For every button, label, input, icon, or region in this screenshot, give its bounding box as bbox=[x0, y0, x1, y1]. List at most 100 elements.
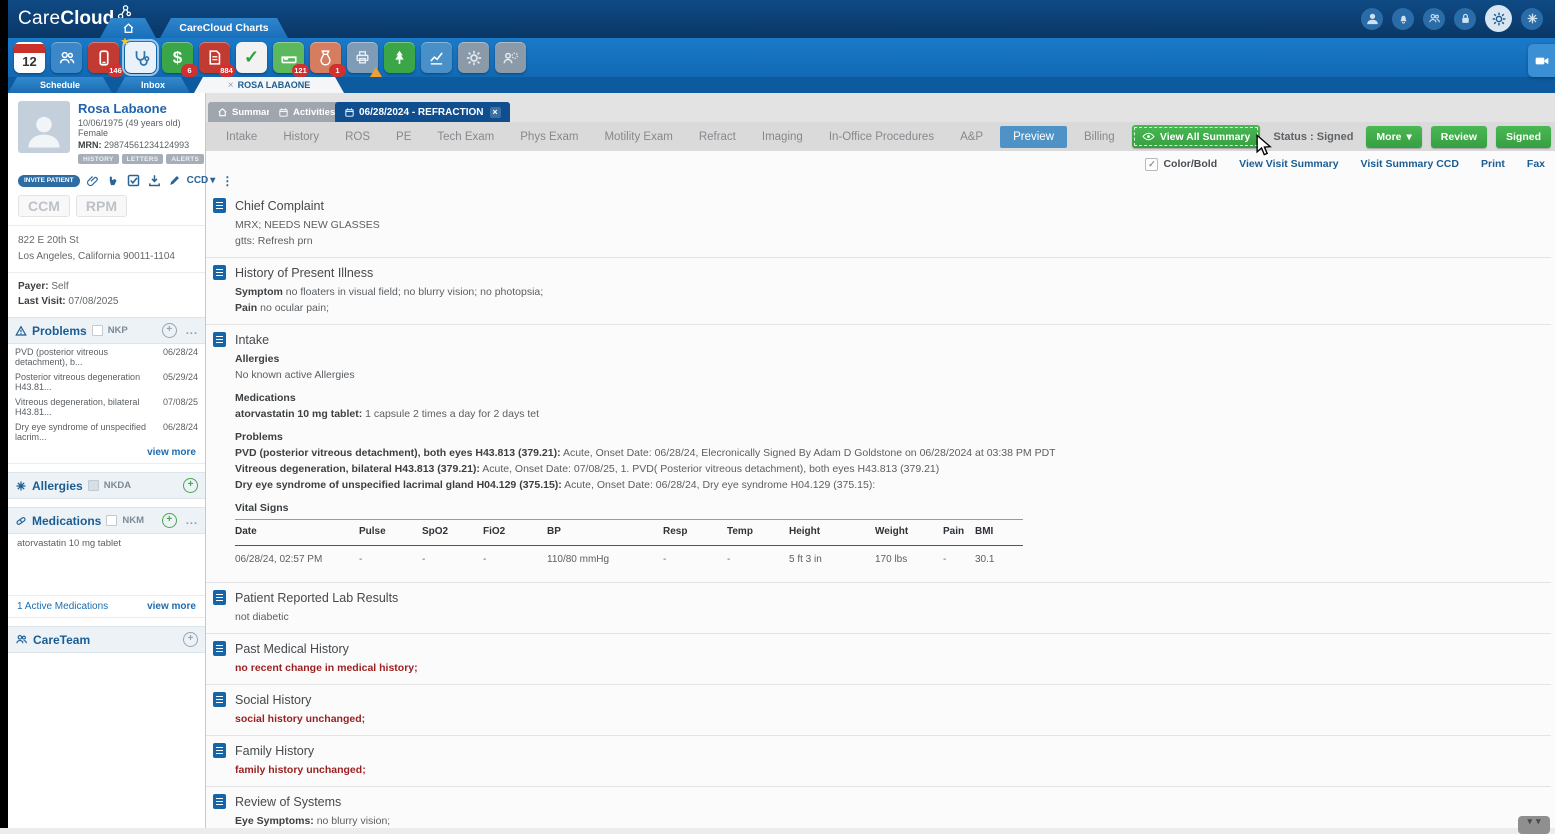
close-icon[interactable]: × bbox=[490, 107, 501, 118]
patients-button[interactable] bbox=[51, 42, 82, 73]
subtab-motility-exam[interactable]: Motility Exam bbox=[591, 131, 685, 143]
nav-carecloud-charts-tab[interactable]: CareCloud Charts bbox=[160, 18, 288, 38]
medication-item[interactable]: atorvastatin 10 mg tablet bbox=[8, 534, 205, 553]
user-avatar[interactable] bbox=[1361, 8, 1383, 30]
subtab-phys-exam[interactable]: Phys Exam bbox=[507, 131, 591, 143]
problems-more-button[interactable]: ... bbox=[186, 325, 198, 337]
add-problem-button[interactable]: + bbox=[162, 323, 177, 338]
notifications-button[interactable] bbox=[1392, 8, 1414, 30]
analytics-button[interactable] bbox=[421, 42, 452, 73]
nkm-checkbox[interactable] bbox=[106, 515, 117, 526]
problem-row[interactable]: Dry eye syndrome of unspecified lacrim..… bbox=[8, 419, 205, 444]
nkp-checkbox[interactable] bbox=[92, 325, 103, 336]
problems-panel-header[interactable]: Problems NKP + ... bbox=[8, 317, 205, 344]
signed-button[interactable]: Signed bbox=[1496, 126, 1551, 148]
subtab-billing[interactable]: Billing bbox=[1071, 131, 1128, 143]
note-icon bbox=[213, 794, 226, 809]
settings-gears-button[interactable] bbox=[1485, 5, 1512, 32]
scroll-widget[interactable]: ▾▾ bbox=[1518, 816, 1550, 834]
review-button[interactable]: Review bbox=[1431, 126, 1487, 148]
color-bold-label: Color/Bold bbox=[1163, 158, 1217, 170]
subtab-in-office-procedures[interactable]: In-Office Procedures bbox=[816, 131, 947, 143]
paperclip-icon bbox=[86, 174, 100, 188]
medications-view-more-link[interactable]: view more bbox=[147, 601, 196, 612]
vitals-cell: 5 ft 3 in bbox=[789, 546, 875, 575]
consent-button[interactable] bbox=[126, 173, 141, 188]
intake-hand-button[interactable] bbox=[106, 174, 120, 188]
vitals-cell: 30.1 bbox=[975, 546, 1023, 575]
add-allergy-button[interactable]: + bbox=[183, 478, 198, 493]
fax-link[interactable]: Fax bbox=[1527, 158, 1545, 170]
subtab-imaging[interactable]: Imaging bbox=[749, 131, 816, 143]
apps-button[interactable] bbox=[1521, 8, 1543, 30]
chip-alerts[interactable]: ALERTS bbox=[166, 154, 204, 164]
collections-button[interactable]: 1 bbox=[310, 42, 341, 73]
vitals-cell: 06/28/24, 02:57 PM bbox=[235, 546, 359, 575]
problem-row[interactable]: Vitreous degeneration, bilateral H43.81.… bbox=[8, 394, 205, 419]
view-visit-summary-link[interactable]: View Visit Summary bbox=[1239, 158, 1338, 170]
tab-patient-rosa-labaone[interactable]: × ROSA LABAONE bbox=[194, 77, 344, 93]
subtab-ap[interactable]: A&P bbox=[947, 131, 996, 143]
medications-more-button[interactable]: ... bbox=[186, 515, 198, 527]
careteam-panel-header[interactable]: CareTeam + bbox=[8, 626, 205, 653]
view-all-summary-button[interactable]: View All Summary bbox=[1132, 125, 1260, 148]
tasks-button[interactable]: ✓ bbox=[236, 42, 267, 73]
subtab-ros[interactable]: ROS bbox=[332, 131, 383, 143]
intake-problem-lead: PVD (posterior vitreous detachment), bot… bbox=[235, 447, 561, 459]
subtab-refract[interactable]: Refract bbox=[686, 131, 749, 143]
fax-button[interactable] bbox=[347, 42, 378, 73]
attachment-button[interactable] bbox=[86, 174, 100, 188]
more-button[interactable]: More▾ bbox=[1366, 126, 1421, 148]
ccm-button[interactable]: CCM bbox=[18, 195, 70, 217]
medications-panel-header[interactable]: Medications NKM + ... bbox=[8, 507, 205, 534]
subtab-preview[interactable]: Preview bbox=[1000, 126, 1067, 148]
vital-signs-heading: Vital Signs bbox=[235, 500, 1551, 516]
chip-history[interactable]: HISTORY bbox=[78, 154, 119, 164]
tab-inbox[interactable]: Inbox bbox=[116, 77, 190, 93]
patient-name[interactable]: Rosa Labaone bbox=[78, 101, 204, 116]
subtab-pe[interactable]: PE bbox=[383, 131, 424, 143]
subtab-intake[interactable]: Intake bbox=[213, 131, 270, 143]
claims-button[interactable]: 884 bbox=[199, 42, 230, 73]
billing-button[interactable]: $6 bbox=[162, 42, 193, 73]
invite-patient-button[interactable]: INVITE PATIENT bbox=[18, 175, 80, 187]
privacy-lock-button[interactable] bbox=[1454, 8, 1476, 30]
ccd-dropdown[interactable]: CCD▾ bbox=[187, 175, 216, 186]
tab-schedule[interactable]: Schedule bbox=[8, 77, 112, 93]
census-button[interactable]: 121 bbox=[273, 42, 304, 73]
avatar[interactable] bbox=[18, 101, 70, 153]
directory-button[interactable] bbox=[1423, 8, 1445, 30]
add-careteam-button[interactable]: + bbox=[183, 632, 198, 647]
print-link[interactable]: Print bbox=[1481, 158, 1505, 170]
subtab-history[interactable]: History bbox=[270, 131, 332, 143]
problem-row[interactable]: Posterior vitreous degeneration H43.81..… bbox=[8, 369, 205, 394]
color-bold-toggle[interactable]: ✓ Color/Bold bbox=[1145, 158, 1217, 171]
intake-problem-text: Acute, Onset Date: 06/28/24, Dry eye syn… bbox=[562, 479, 875, 491]
download-button[interactable] bbox=[147, 173, 162, 188]
problems-view-more-link[interactable]: view more bbox=[8, 444, 205, 464]
visit-summary-ccd-link[interactable]: Visit Summary CCD bbox=[1361, 158, 1459, 170]
telehealth-video-button[interactable] bbox=[1528, 44, 1555, 77]
growth-button[interactable] bbox=[384, 42, 415, 73]
nkda-checkbox[interactable] bbox=[88, 480, 99, 491]
tab-visit-refraction[interactable]: 06/28/2024 - REFRACTION × bbox=[335, 102, 510, 122]
subtab-tech-exam[interactable]: Tech Exam bbox=[424, 131, 507, 143]
rpm-button[interactable]: RPM bbox=[76, 195, 127, 217]
tab-activities[interactable]: Activities bbox=[269, 102, 344, 122]
chip-letters[interactable]: LETTERS bbox=[122, 154, 164, 164]
add-medication-button[interactable]: + bbox=[162, 513, 177, 528]
settings-button[interactable] bbox=[458, 42, 489, 73]
vitals-col: Height bbox=[789, 520, 875, 546]
admin-button[interactable] bbox=[495, 42, 526, 73]
intake-problem-text: Acute, Onset Date: 06/28/24, Elecronical… bbox=[561, 447, 1056, 459]
charts-clinical-button[interactable]: ★ bbox=[125, 42, 156, 73]
schedule-calendar-button[interactable]: 12 bbox=[14, 42, 45, 73]
edit-button[interactable] bbox=[168, 174, 181, 187]
problem-text: Posterior vitreous degeneration H43.81..… bbox=[15, 372, 163, 392]
close-icon[interactable]: × bbox=[228, 80, 234, 91]
allergies-panel-header[interactable]: Allergies NKDA + bbox=[8, 472, 205, 499]
problem-row[interactable]: PVD (posterior vitreous detachment), b..… bbox=[8, 344, 205, 369]
more-options-button[interactable]: ⋮ bbox=[221, 174, 234, 188]
messages-button[interactable]: 146 bbox=[88, 42, 119, 73]
color-bold-checkbox[interactable]: ✓ bbox=[1145, 158, 1158, 171]
